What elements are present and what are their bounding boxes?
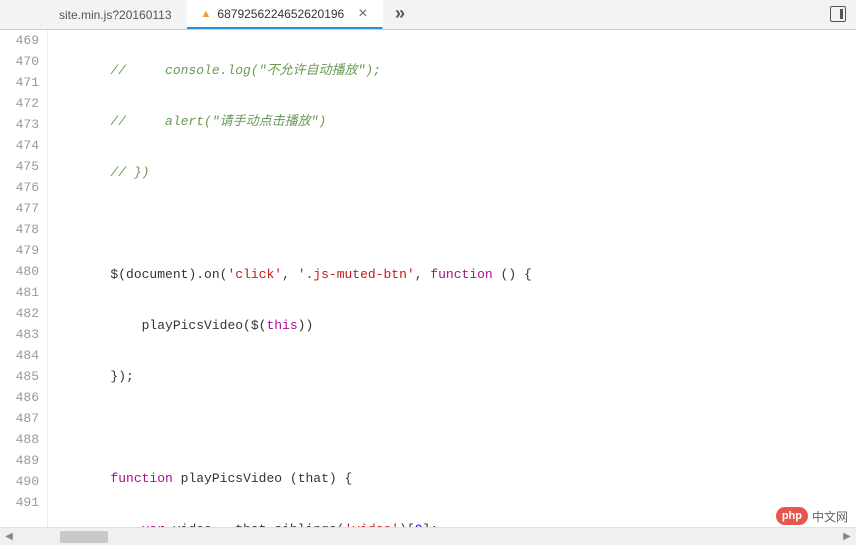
tab-label: site.min.js?20160113 (59, 8, 172, 22)
line-number: 486 (0, 387, 39, 408)
watermark: php 中文网 (776, 507, 848, 525)
code-line: playPicsVideo($(this)) (48, 315, 856, 336)
code-line: function playPicsVideo (that) { (48, 468, 856, 489)
code-line (48, 417, 856, 438)
watermark-text: 中文网 (812, 508, 848, 525)
line-number-gutter: 4694704714724734744754764774784794804814… (0, 30, 48, 527)
scroll-thumb[interactable] (60, 531, 108, 543)
code-content[interactable]: // console.log("不允许自动播放"); // alert("请手动… (48, 30, 856, 527)
code-line (48, 213, 856, 234)
line-number: 474 (0, 135, 39, 156)
line-number: 484 (0, 345, 39, 366)
tab-label: 6879256224652620196 (217, 7, 344, 21)
line-number: 471 (0, 72, 39, 93)
line-number: 473 (0, 114, 39, 135)
line-number: 489 (0, 450, 39, 471)
tab-active-file[interactable]: ▲ 6879256224652620196 × (187, 0, 383, 29)
watermark-badge: php (776, 507, 808, 525)
close-icon[interactable]: × (358, 5, 367, 23)
line-number: 476 (0, 177, 39, 198)
code-line: $(document).on('click', '.js-muted-btn',… (48, 264, 856, 285)
line-number: 470 (0, 51, 39, 72)
code-line: // console.log("不允许自动播放"); (48, 60, 856, 81)
code-editor: 4694704714724734744754764774784794804814… (0, 30, 856, 527)
code-line: }); (48, 366, 856, 387)
line-number: 472 (0, 93, 39, 114)
line-number: 483 (0, 324, 39, 345)
line-number: 469 (0, 30, 39, 51)
warning-icon: ▲ (201, 8, 212, 20)
code-line: // alert("请手动点击播放") (48, 111, 856, 132)
code-line: // }) (48, 162, 856, 183)
line-number: 481 (0, 282, 39, 303)
line-number: 490 (0, 471, 39, 492)
scroll-right-arrow[interactable]: ▶ (838, 528, 856, 546)
line-number: 475 (0, 156, 39, 177)
tab-bar: site.min.js?20160113 ▲ 68792562246526201… (0, 0, 856, 30)
scroll-left-arrow[interactable]: ◀ (0, 528, 18, 546)
horizontal-scrollbar[interactable]: ◀ ▶ (0, 527, 856, 545)
line-number: 479 (0, 240, 39, 261)
line-number: 478 (0, 219, 39, 240)
more-tabs-button[interactable]: » (383, 5, 418, 25)
line-number: 491 (0, 492, 39, 513)
line-number: 488 (0, 429, 39, 450)
line-number: 485 (0, 366, 39, 387)
dock-icon[interactable] (830, 6, 846, 22)
line-number: 480 (0, 261, 39, 282)
code-line: var video = that.siblings('video')[0]; (48, 519, 856, 527)
line-number: 477 (0, 198, 39, 219)
tab-site-min-js[interactable]: site.min.js?20160113 (45, 0, 187, 29)
line-number: 482 (0, 303, 39, 324)
line-number: 487 (0, 408, 39, 429)
